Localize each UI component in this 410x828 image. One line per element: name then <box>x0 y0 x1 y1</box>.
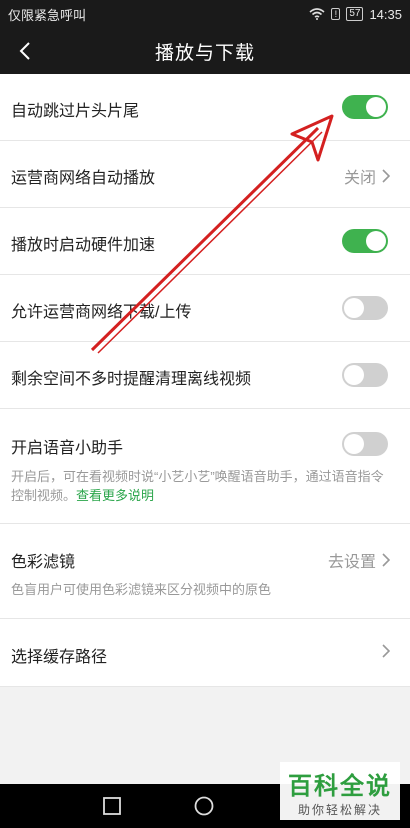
setting-label: 选择缓存路径 <box>11 649 108 666</box>
setting-skip-intro: 自动跳过片头片尾 <box>0 74 410 141</box>
setting-label: 允许运营商网络下载/上传 <box>11 304 192 321</box>
toggle-knob <box>344 365 364 385</box>
home-button[interactable] <box>193 795 215 817</box>
setting-label: 色彩滤镜 <box>11 554 76 571</box>
setting-hw-accel: 播放时启动硬件加速 <box>0 208 410 275</box>
status-icons: ! 57 14:35 <box>309 7 402 22</box>
watermark-title: 百科全说 <box>288 773 392 800</box>
circle-icon <box>194 796 214 816</box>
toggle-knob <box>366 231 386 251</box>
setting-label: 播放时启动硬件加速 <box>11 237 156 254</box>
toggle-knob <box>344 434 364 454</box>
chevron-left-icon <box>19 42 30 60</box>
carrier-autoplay-value[interactable]: 关闭 <box>344 164 390 188</box>
value-text: 去设置 <box>327 554 376 571</box>
toggle-knob <box>344 298 364 318</box>
voice-assistant-toggle[interactable] <box>342 432 388 456</box>
low-space-reminder-toggle[interactable] <box>342 363 388 387</box>
setting-carrier-download: 允许运营商网络下载/上传 <box>0 275 410 342</box>
setting-label: 开启语音小助手 <box>11 440 124 457</box>
setting-voice-assistant: 开启语音小助手 开启后，可在看视频时说“小艺小艺”唤醒语音助手，通过语音指令控制… <box>0 409 410 524</box>
chevron-right-icon <box>382 169 390 183</box>
settings-list: 自动跳过片头片尾 运营商网络自动播放 关闭 播放时启动硬件加速 允许运营商网络下… <box>0 74 410 784</box>
clock: 14:35 <box>369 6 402 22</box>
back-button[interactable] <box>12 38 38 64</box>
setting-carrier-autoplay[interactable]: 运营商网络自动播放 关闭 <box>0 141 410 208</box>
chevron-right-icon <box>382 644 390 658</box>
setting-label: 运营商网络自动播放 <box>11 170 156 187</box>
cache-path-value[interactable] <box>382 644 390 658</box>
chevron-right-icon <box>382 553 390 567</box>
more-info-link[interactable]: 查看更多说明 <box>76 488 154 503</box>
setting-label: 剩余空间不多时提醒清理离线视频 <box>11 371 252 388</box>
wifi-icon <box>309 8 325 20</box>
carrier-download-toggle[interactable] <box>342 296 388 320</box>
hw-accel-toggle[interactable] <box>342 229 388 253</box>
setting-label: 自动跳过片头片尾 <box>11 103 140 120</box>
skip-intro-toggle[interactable] <box>342 95 388 119</box>
color-filter-value[interactable]: 去设置 <box>328 548 390 572</box>
color-filter-desc: 色盲用户可使用色彩滤镜来区分视频中的原色 <box>11 582 272 597</box>
app-header: 播放与下载 <box>0 28 410 74</box>
status-bar: 仅限紧急呼叫 ! 57 14:35 <box>0 0 410 28</box>
toggle-knob <box>366 97 386 117</box>
value-text: 关闭 <box>343 170 376 187</box>
battery-icon: 57 <box>346 7 364 21</box>
recents-button[interactable] <box>101 795 123 817</box>
watermark-subtitle: 助你轻松解决 <box>297 803 382 817</box>
voice-assistant-desc: 开启后，可在看视频时说“小艺小艺”唤醒语音助手，通过语音指令控制视频。 <box>11 469 384 503</box>
setting-description: 开启后，可在看视频时说“小艺小艺”唤醒语音助手，通过语音指令控制视频。查看更多说… <box>11 467 390 505</box>
page-title: 播放与下载 <box>154 42 255 64</box>
carrier-text: 仅限紧急呼叫 <box>8 7 87 23</box>
setting-cache-path[interactable]: 选择缓存路径 <box>0 619 410 687</box>
setting-low-space-reminder: 剩余空间不多时提醒清理离线视频 <box>0 342 410 409</box>
square-icon <box>103 797 121 815</box>
setting-color-filter[interactable]: 色彩滤镜 去设置 色盲用户可使用色彩滤镜来区分视频中的原色 <box>0 524 410 619</box>
sim-alert-icon: ! <box>331 8 341 20</box>
watermark-logo: 百科全说 助你轻松解决 <box>280 762 400 820</box>
